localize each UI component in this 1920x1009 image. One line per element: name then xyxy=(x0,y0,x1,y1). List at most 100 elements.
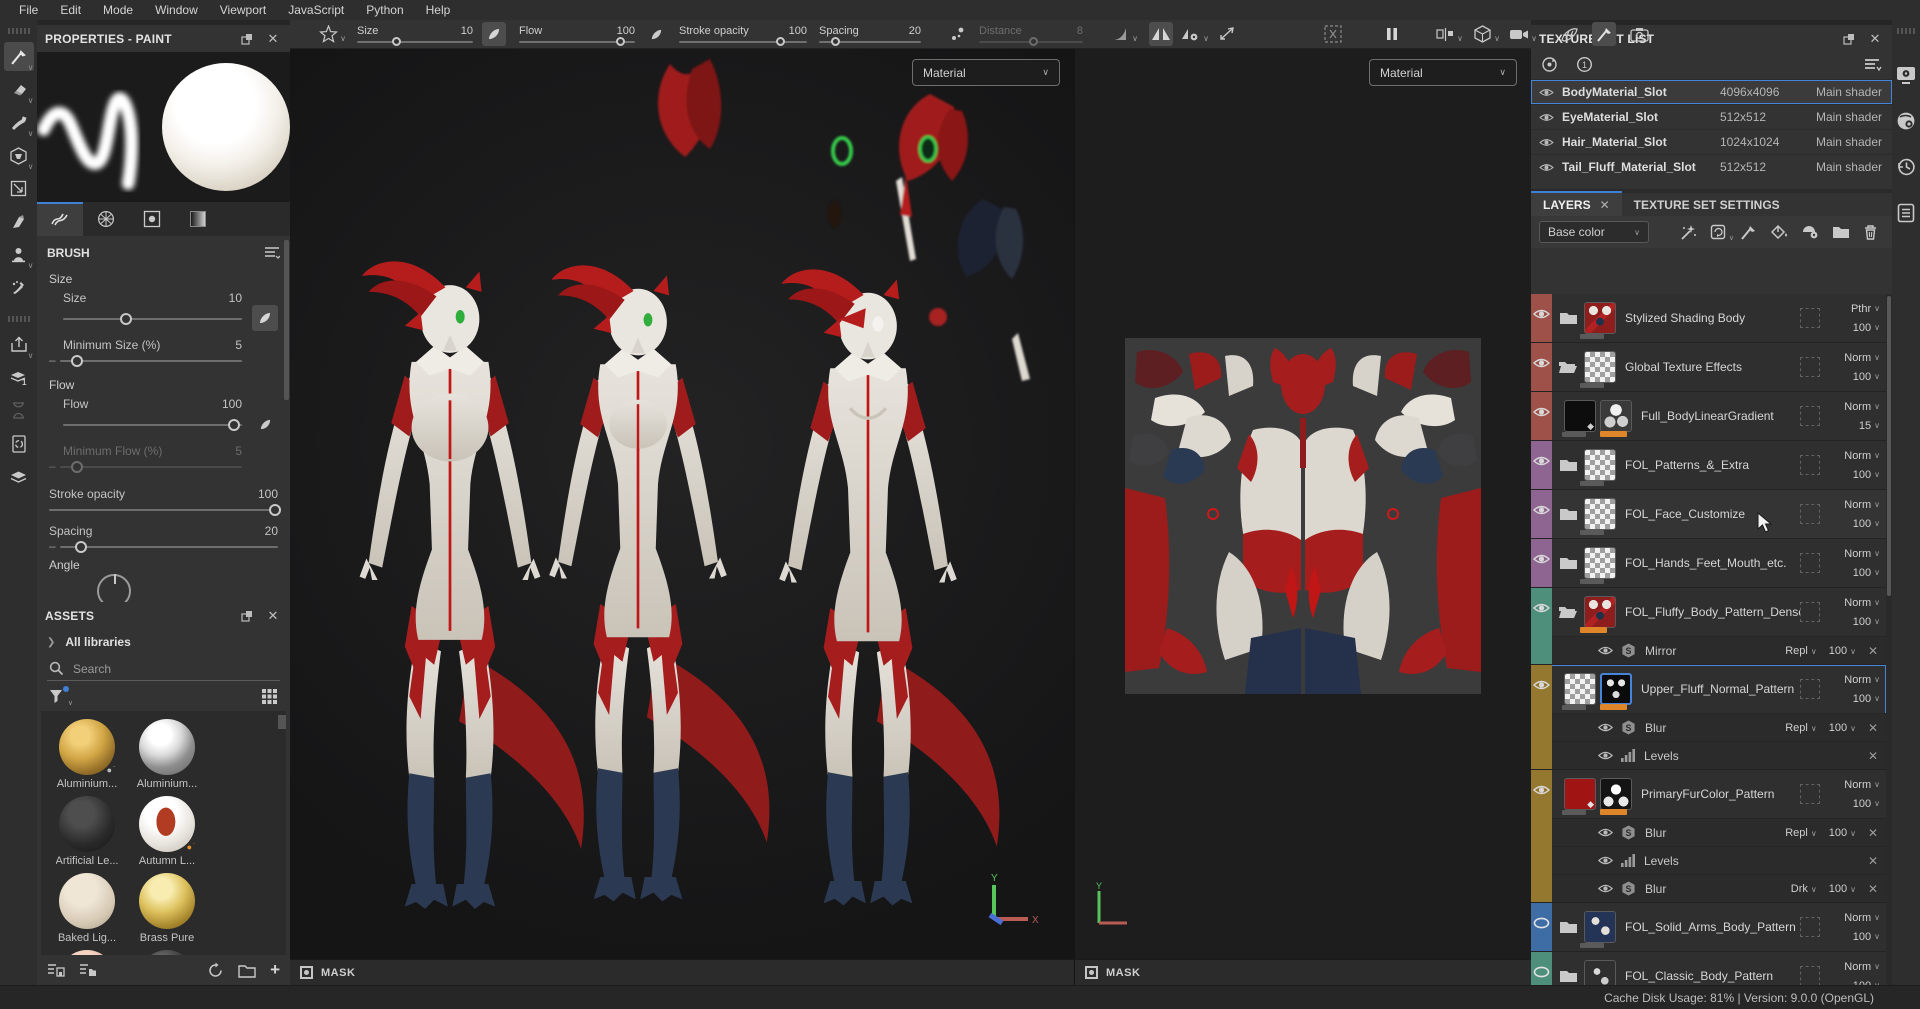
smudge-tool-button[interactable] xyxy=(4,174,34,203)
close-panel-icon[interactable]: ✕ xyxy=(264,607,282,625)
folder-icon[interactable] xyxy=(1556,556,1580,570)
new-folder-icon[interactable] xyxy=(238,963,256,978)
layer-group[interactable]: FOL_Hands_Feet_Mouth_etc. Norm∨ 100∨ xyxy=(1531,539,1886,588)
asset-item[interactable] xyxy=(49,950,125,955)
size-pressure-button[interactable] xyxy=(482,22,506,46)
layer-thumbnail[interactable] xyxy=(1584,351,1616,383)
layer-effect-row[interactable]: Levels ✕ xyxy=(1552,846,1886,874)
remove-effect-icon[interactable]: ✕ xyxy=(1868,854,1878,868)
eye-icon[interactable] xyxy=(1531,553,1552,565)
stamp-tool-button[interactable]: ∨ xyxy=(4,240,34,269)
layer-mask-placeholder[interactable] xyxy=(1800,602,1820,622)
instance-indicator-icon[interactable]: 1 xyxy=(1576,56,1593,73)
blend-mode-select[interactable]: Norm∨ xyxy=(1844,401,1880,413)
search-input[interactable] xyxy=(73,662,233,676)
layer-thumbnail[interactable] xyxy=(1584,547,1616,579)
tab-alpha[interactable] xyxy=(83,202,129,236)
undock-panel-icon[interactable] xyxy=(1840,30,1858,48)
delete-layer-icon[interactable] xyxy=(1863,224,1878,240)
opacity-select[interactable]: 100∨ xyxy=(1853,931,1880,943)
layer-thumbnail[interactable] xyxy=(1600,400,1632,432)
layer-mask-placeholder[interactable] xyxy=(1800,308,1820,328)
resources-updater-button[interactable]: 1 xyxy=(4,363,34,392)
opacity-select[interactable]: 100∨ xyxy=(1853,616,1880,628)
eye-icon[interactable] xyxy=(1598,883,1613,894)
blend-mode-select[interactable]: Norm∨ xyxy=(1844,548,1880,560)
opacity-select[interactable]: 100∨ xyxy=(1853,518,1880,530)
eye-icon[interactable] xyxy=(1531,504,1552,516)
remove-effect-icon[interactable]: ✕ xyxy=(1868,882,1878,896)
refresh-assets-icon[interactable] xyxy=(207,962,224,979)
toolbar-stroke-opacity-slider[interactable]: Stroke opacity100 xyxy=(679,26,807,43)
minimum-size-slider[interactable]: Minimum Size (%)5 – xyxy=(37,333,290,370)
flow-pressure-toggle[interactable] xyxy=(252,411,278,437)
polygon-fill-tool-button[interactable]: ∨ xyxy=(4,141,34,170)
effect-opacity-select[interactable]: 100∨ xyxy=(1829,883,1856,895)
asset-item[interactable]: ●˙ xyxy=(129,950,205,955)
material-stack-button[interactable] xyxy=(4,462,34,491)
size-pressure-toggle[interactable] xyxy=(252,305,278,331)
export-resources-button[interactable]: ∨ xyxy=(4,330,34,359)
folder-icon[interactable] xyxy=(1556,458,1580,472)
viewport2d-material-select[interactable]: Material ∨ xyxy=(1369,59,1517,86)
layer-mask-placeholder[interactable] xyxy=(1800,406,1820,426)
falloff-curve-button[interactable]: ∨ xyxy=(1108,22,1132,46)
layer-mask-placeholder[interactable] xyxy=(1800,966,1820,985)
eye-icon[interactable] xyxy=(1531,784,1552,796)
layer-group[interactable]: Global Texture Effects Norm∨ 100∨ xyxy=(1531,343,1886,392)
effect-blend-select[interactable]: Repl∨ xyxy=(1785,645,1816,657)
display-settings-icon[interactable] xyxy=(1896,66,1916,85)
effect-opacity-select[interactable]: 100∨ xyxy=(1829,645,1856,657)
symmetry-settings-button[interactable]: ∨ xyxy=(1179,22,1203,46)
menu-javascript[interactable]: JavaScript xyxy=(277,1,355,19)
eye-icon[interactable] xyxy=(1598,722,1613,733)
history-icon[interactable] xyxy=(1896,157,1916,177)
refresh-visibility-icon[interactable] xyxy=(1541,56,1558,73)
opacity-select[interactable]: 100∨ xyxy=(1853,322,1880,334)
remove-effect-icon[interactable]: ✕ xyxy=(1868,749,1878,763)
texture-set-row[interactable]: Tail_Fluff_Material_Slot 512x512 Main sh… xyxy=(1531,154,1892,179)
remove-effect-icon[interactable]: ✕ xyxy=(1868,826,1878,840)
close-tab-icon[interactable]: ✕ xyxy=(1600,198,1610,212)
blend-mode-select[interactable]: Norm∨ xyxy=(1844,499,1880,511)
opacity-select[interactable]: 15∨ xyxy=(1859,420,1880,432)
texture-set-shader[interactable]: Main shader xyxy=(1816,135,1886,149)
layer-group[interactable]: Full_BodyLinearGradient Norm∨ 15∨ xyxy=(1531,392,1886,441)
blend-mode-select[interactable]: Norm∨ xyxy=(1844,352,1880,364)
folder-icon[interactable] xyxy=(1556,920,1580,934)
layer-thumbnail[interactable] xyxy=(1584,449,1616,481)
effect-opacity-select[interactable]: 100∨ xyxy=(1829,827,1856,839)
camera-view-button[interactable]: ∨ xyxy=(1507,22,1531,46)
pause-engine-button[interactable] xyxy=(1380,22,1404,46)
texture-set-row[interactable]: Hair_Material_Slot 1024x1024 Main shader xyxy=(1531,129,1892,154)
eye-icon[interactable] xyxy=(1598,750,1613,761)
mesh-display-button[interactable]: ∨ xyxy=(1470,22,1494,46)
undock-panel-icon[interactable] xyxy=(238,30,256,48)
eye-icon[interactable] xyxy=(1539,112,1554,123)
angle-dial[interactable] xyxy=(97,574,131,602)
log-icon[interactable] xyxy=(1897,203,1915,223)
viewport-3d[interactable]: Material ∨ Y X MASK xyxy=(290,49,1074,985)
layer-group-selected[interactable]: Upper_Fluff_Normal_Pattern Norm∨ 100∨ S … xyxy=(1531,665,1886,770)
fill-layer-thumbnail[interactable] xyxy=(1564,778,1596,810)
add-fill-layer-icon[interactable] xyxy=(1770,224,1788,240)
toolstrip-grip[interactable] xyxy=(8,28,30,34)
transform-handles-button[interactable] xyxy=(1216,22,1240,46)
eye-icon[interactable] xyxy=(1539,162,1554,173)
folder-icon[interactable] xyxy=(1556,507,1580,521)
layer-mask-placeholder[interactable] xyxy=(1800,504,1820,524)
flow-pressure-button[interactable] xyxy=(644,22,668,46)
opacity-select[interactable]: 100∨ xyxy=(1853,371,1880,383)
layer-thumbnail[interactable] xyxy=(1600,673,1632,705)
clone-tool-button[interactable] xyxy=(4,207,34,236)
eye-icon[interactable] xyxy=(1598,645,1613,656)
close-panel-icon[interactable]: ✕ xyxy=(1866,30,1884,48)
stroke-opacity-slider[interactable]: Stroke opacity100 xyxy=(37,482,290,519)
opacity-select[interactable]: 100∨ xyxy=(1853,798,1880,810)
layer-effect-row[interactable]: S Blur Repl∨ 100∨ ✕ xyxy=(1552,818,1886,846)
layer-mask-placeholder[interactable] xyxy=(1800,679,1820,699)
layer-thumbnail[interactable] xyxy=(1584,302,1616,334)
layer-thumbnail[interactable] xyxy=(1584,960,1616,985)
mask-channel-icon[interactable] xyxy=(1085,966,1098,979)
eye-hidden-icon[interactable] xyxy=(1531,917,1552,929)
